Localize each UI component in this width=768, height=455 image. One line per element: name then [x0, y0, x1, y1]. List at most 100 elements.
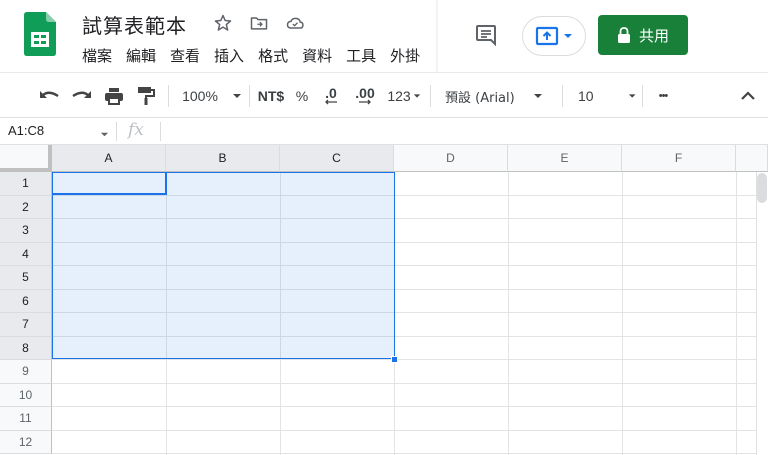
increase-decimal-label: .00 — [355, 85, 375, 101]
row-header[interactable]: 2 — [0, 195, 52, 219]
arrow-right-icon — [359, 99, 371, 105]
toolbar-separator — [249, 85, 250, 107]
row-header[interactable]: 8 — [0, 336, 52, 360]
toolbar-separator — [168, 85, 169, 107]
fx-icon: fx — [128, 120, 144, 140]
collapse-toolbar-button[interactable] — [734, 73, 762, 119]
select-all-corner[interactable] — [0, 145, 52, 172]
fill-handle[interactable] — [391, 356, 398, 363]
row-header[interactable]: 1 — [0, 172, 52, 196]
more-formats-button[interactable]: 123 — [384, 73, 424, 119]
decrease-decimal-button[interactable]: .0 — [318, 73, 344, 119]
row-header[interactable]: 12 — [0, 430, 52, 454]
spreadsheet-grid[interactable]: A B C D E F 1 2 3 4 5 6 7 8 9 10 11 12 — [0, 145, 768, 455]
chevron-down-icon — [232, 94, 241, 98]
row-header[interactable]: 10 — [0, 383, 52, 407]
row-header[interactable]: 5 — [0, 266, 52, 290]
menu-insert[interactable]: 插入 — [214, 45, 244, 66]
column-gridline — [508, 172, 509, 455]
redo-button[interactable] — [67, 73, 95, 119]
row-gridline — [52, 429, 756, 431]
app-header: 試算表範本 檔案 編輯 查看 插入 格式 資料 工具 外掛 共用 — [0, 0, 768, 72]
menu-file[interactable]: 檔案 — [82, 45, 112, 66]
row-gridline — [52, 406, 756, 407]
scrollbar-thumb[interactable] — [757, 173, 767, 203]
undo-button[interactable] — [36, 73, 64, 119]
formula-bar-separator — [160, 122, 161, 141]
share-label: 共用 — [638, 26, 669, 45]
toolbar-separator — [642, 85, 643, 107]
share-button[interactable]: 共用 — [598, 15, 688, 55]
column-header[interactable]: E — [508, 145, 622, 172]
present-button[interactable] — [522, 16, 586, 56]
undo-icon — [40, 91, 59, 98]
name-box[interactable]: A1:C8 — [8, 123, 44, 138]
column-header-stub — [736, 145, 768, 172]
column-header[interactable]: F — [622, 145, 736, 172]
menu-bar: 檔案 編輯 查看 插入 格式 資料 工具 外掛 — [82, 45, 434, 66]
paint-format-icon — [138, 87, 155, 105]
row-header[interactable]: 9 — [0, 360, 52, 384]
formula-bar: A1:C8 fx — [0, 118, 768, 145]
chevron-down-icon — [628, 94, 636, 98]
lock-icon — [617, 27, 630, 43]
chevron-down-icon — [533, 94, 542, 98]
row-header[interactable]: 11 — [0, 407, 52, 431]
print-button[interactable] — [100, 73, 128, 119]
menu-tools[interactable]: 工具 — [346, 45, 376, 66]
more-formats-label: 123 — [387, 88, 411, 104]
comments-button[interactable] — [471, 20, 501, 50]
toolbar-separator — [562, 85, 563, 107]
header-divider — [436, 0, 438, 72]
toolbar: 100% NT$ % .0 .00 123 預設 (Arial) 10 ••• — [0, 72, 768, 118]
row-header[interactable]: 7 — [0, 313, 52, 337]
row-gridline — [52, 359, 756, 360]
column-header[interactable]: D — [394, 145, 508, 172]
percent-format-button[interactable]: % — [292, 73, 312, 119]
move-folder-icon[interactable] — [248, 12, 270, 34]
font-size-select[interactable]: 10 — [572, 73, 636, 119]
more-tools-button[interactable]: ••• — [648, 73, 678, 119]
currency-format-button[interactable]: NT$ — [255, 73, 287, 119]
menu-data[interactable]: 資料 — [302, 45, 332, 66]
row-header[interactable]: 6 — [0, 289, 52, 313]
menu-format[interactable]: 格式 — [258, 45, 288, 66]
comment-icon — [476, 25, 496, 47]
chevron-down-icon — [564, 34, 572, 38]
decrease-decimal-label: .0 — [325, 85, 337, 101]
row-header[interactable]: 3 — [0, 219, 52, 243]
formula-bar-separator — [116, 122, 117, 141]
redo-icon — [72, 91, 91, 98]
cloud-status-icon[interactable] — [284, 12, 306, 34]
increase-decimal-button[interactable]: .00 — [350, 73, 380, 119]
document-title[interactable]: 試算表範本 — [82, 10, 187, 39]
column-gridline — [736, 172, 737, 455]
active-cell-a1[interactable] — [52, 172, 167, 195]
zoom-select[interactable]: 100% — [180, 73, 244, 119]
column-header[interactable]: A — [52, 145, 166, 172]
paint-format-button[interactable] — [132, 73, 160, 119]
selection-range[interactable] — [52, 172, 395, 359]
star-icon[interactable] — [212, 12, 234, 34]
toolbar-separator — [430, 85, 431, 107]
row-header[interactable]: 4 — [0, 242, 52, 266]
vertical-scrollbar[interactable] — [756, 172, 768, 455]
column-header[interactable]: C — [280, 145, 394, 172]
menu-edit[interactable]: 編輯 — [126, 45, 156, 66]
font-family-value: 預設 (Arial) — [445, 90, 515, 106]
row-gridline — [52, 382, 756, 384]
print-icon — [105, 88, 123, 105]
title-actions — [212, 12, 306, 34]
chevron-up-icon — [741, 91, 755, 100]
column-gridline — [622, 172, 623, 455]
chevron-down-icon — [413, 94, 420, 98]
arrow-left-icon — [325, 99, 337, 105]
menu-addons[interactable]: 外掛 — [390, 45, 420, 66]
chevron-down-icon[interactable] — [100, 126, 109, 144]
font-family-select[interactable]: 預設 (Arial) — [445, 73, 555, 119]
column-header[interactable]: B — [166, 145, 280, 172]
menu-view[interactable]: 查看 — [170, 45, 200, 66]
present-icon — [535, 26, 559, 46]
menu-bar-clip: 檔案 編輯 查看 插入 格式 資料 工具 外掛 — [0, 40, 437, 70]
row-gridline — [52, 453, 756, 454]
